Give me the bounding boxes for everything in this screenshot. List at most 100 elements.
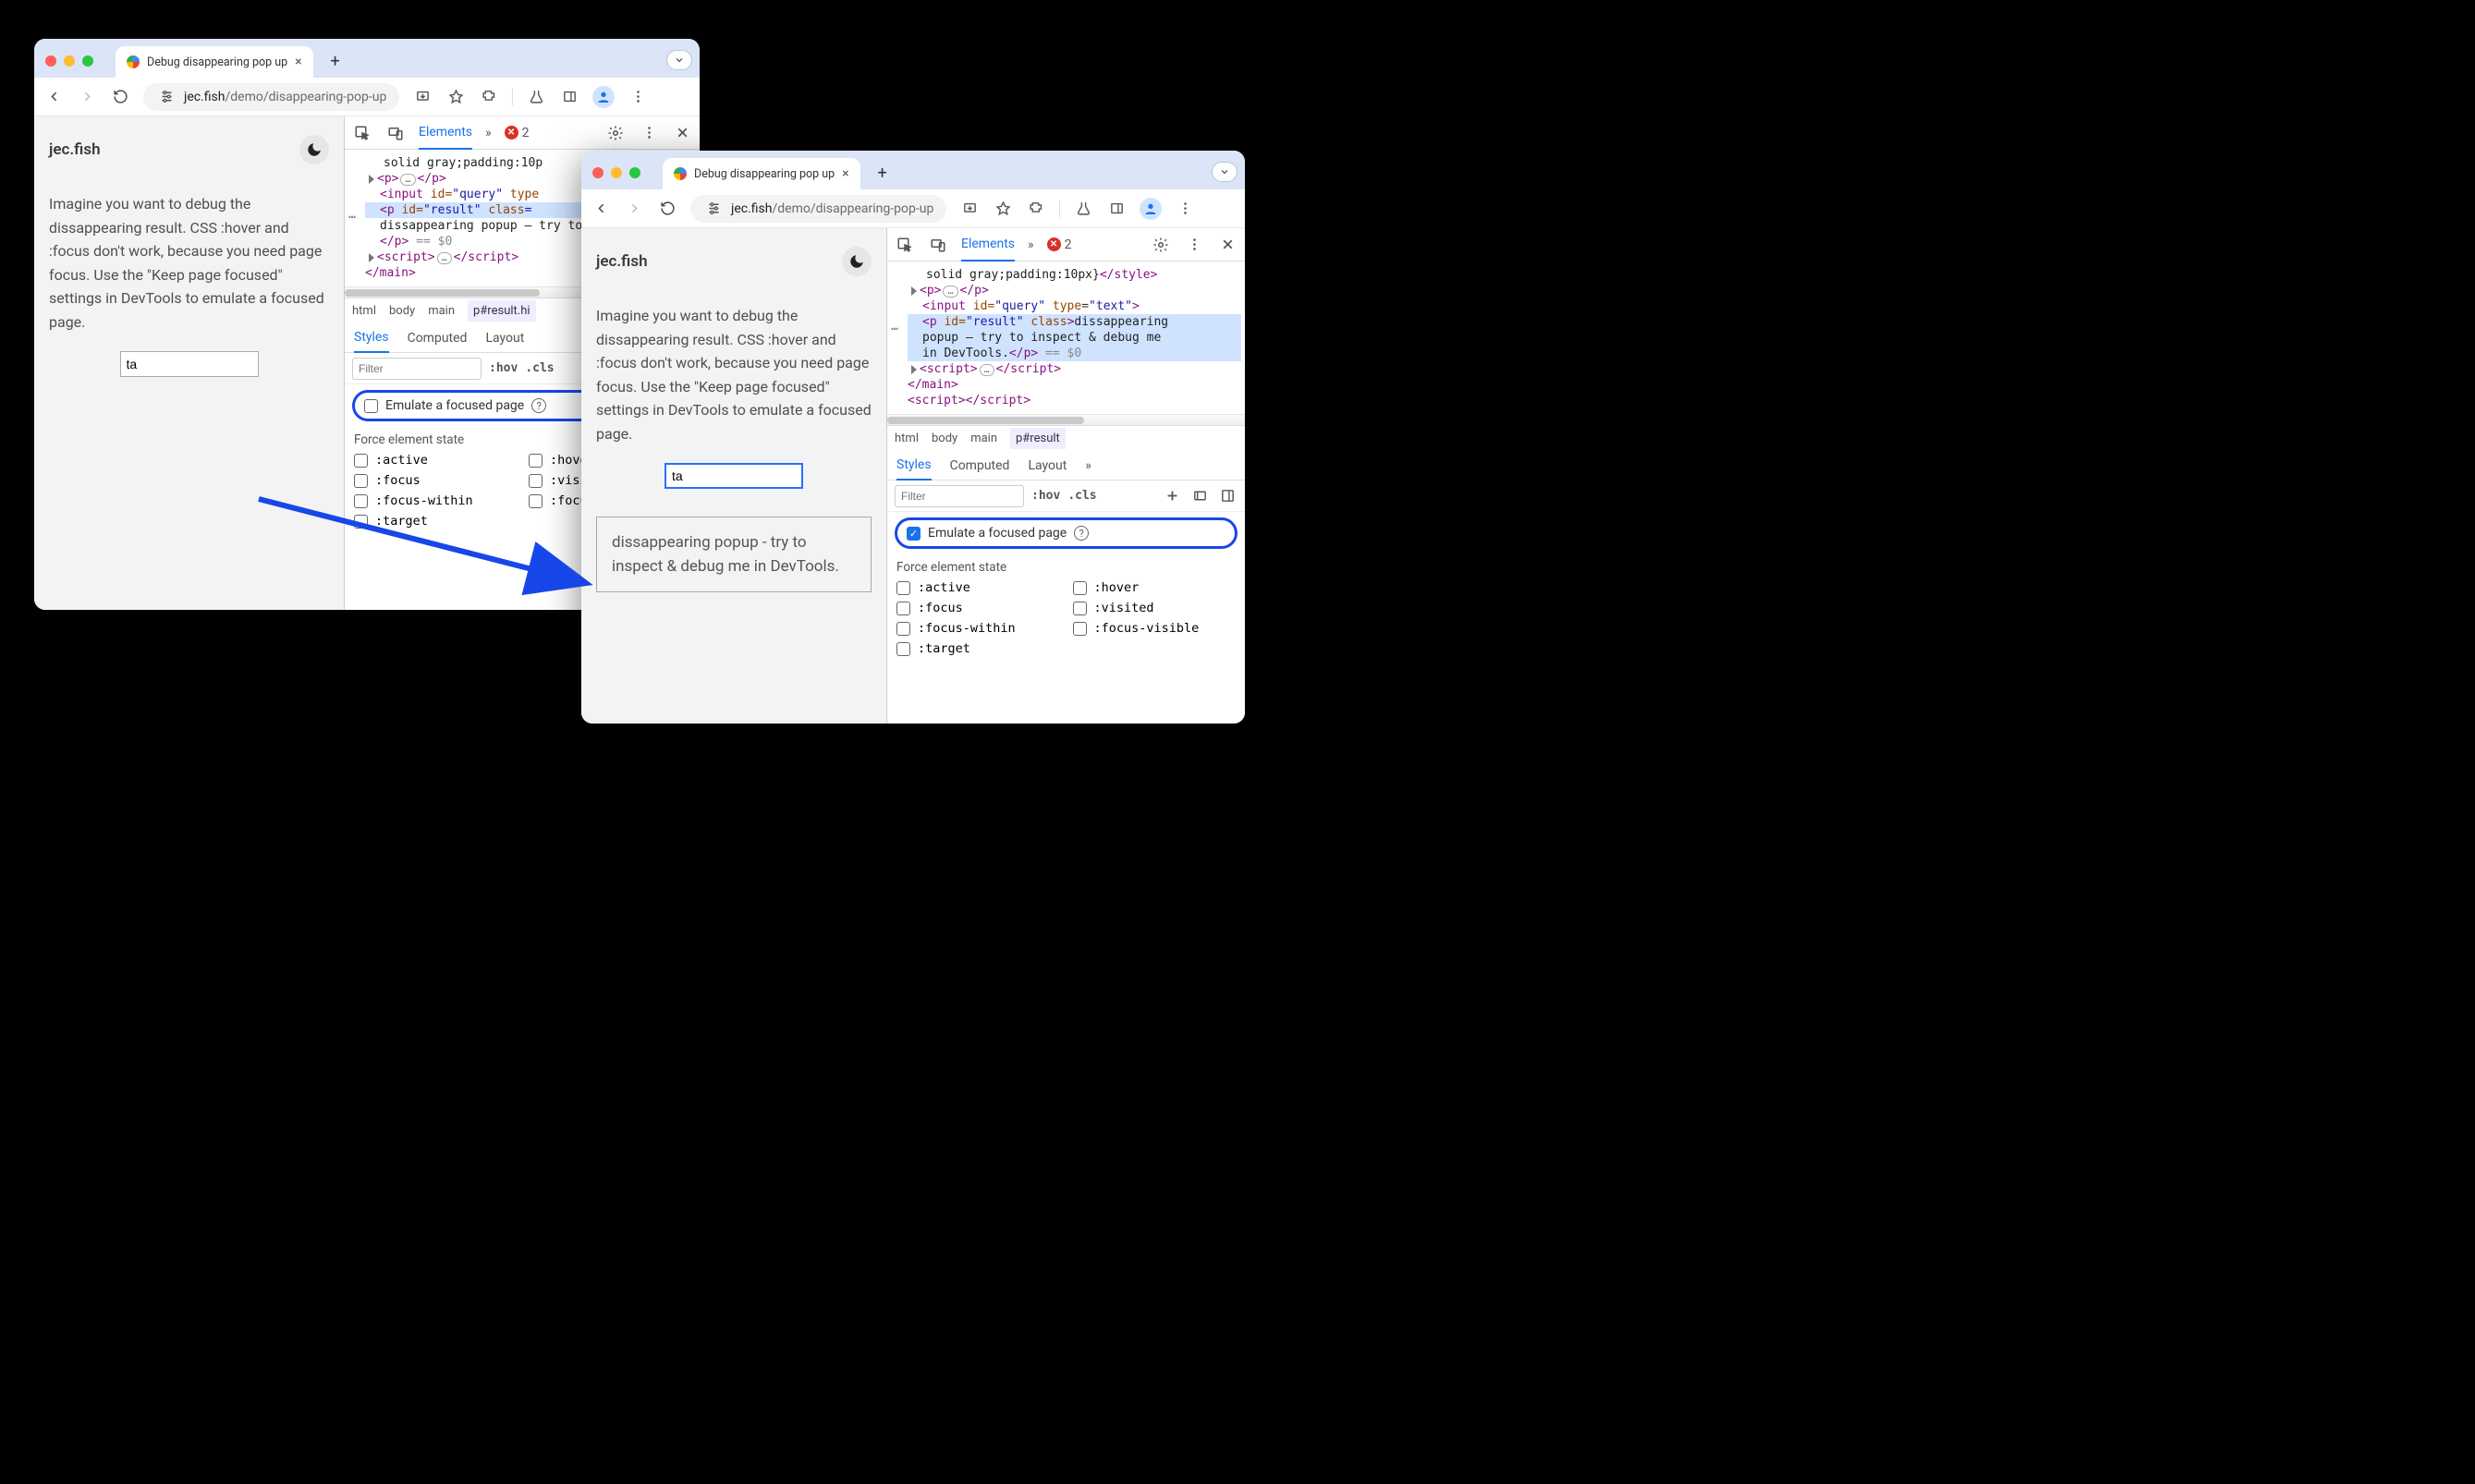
cls-toggle[interactable]: .cls: [1067, 489, 1096, 503]
styles-tab[interactable]: Styles: [896, 451, 932, 480]
extensions-icon[interactable]: [1026, 199, 1046, 219]
back-button[interactable]: [591, 199, 611, 219]
minimize-window-button[interactable]: [611, 167, 622, 178]
inspect-element-icon[interactable]: [895, 235, 915, 255]
state-visited-checkbox[interactable]: [529, 474, 543, 488]
help-icon[interactable]: ?: [531, 398, 546, 413]
back-button[interactable]: [43, 87, 64, 107]
state-focus-visible-checkbox[interactable]: [1073, 622, 1087, 636]
styles-filter-input[interactable]: [895, 485, 1024, 507]
state-target-checkbox[interactable]: [354, 515, 368, 529]
side-panel-icon[interactable]: [1106, 199, 1127, 219]
profile-avatar[interactable]: [1140, 198, 1162, 220]
labs-icon[interactable]: [1073, 199, 1093, 219]
devtools-settings-icon[interactable]: [1151, 235, 1171, 255]
query-input[interactable]: [664, 463, 803, 489]
dom-tree[interactable]: solid gray;padding:10px}</style> <p>…</p…: [887, 262, 1245, 414]
reload-button[interactable]: [657, 199, 677, 219]
state-target-checkbox[interactable]: [896, 642, 910, 656]
new-tab-button[interactable]: +: [323, 48, 348, 74]
new-style-rule-icon[interactable]: [1162, 486, 1182, 506]
more-subtabs-icon[interactable]: »: [1085, 458, 1091, 473]
forward-button[interactable]: [77, 87, 97, 107]
crumb-main[interactable]: main: [428, 304, 455, 318]
site-settings-icon[interactable]: [156, 87, 177, 107]
dom-h-scrollbar[interactable]: [887, 414, 1245, 425]
errors-badge[interactable]: ✕2: [1047, 237, 1072, 252]
forward-button[interactable]: [624, 199, 644, 219]
bookmark-icon[interactable]: [993, 199, 1013, 219]
cls-toggle[interactable]: .cls: [525, 361, 554, 375]
crumb-html[interactable]: html: [895, 432, 919, 445]
styles-filter-input[interactable]: [352, 358, 482, 380]
dark-mode-toggle[interactable]: [842, 247, 872, 276]
tab-overflow-button[interactable]: [1212, 162, 1238, 182]
state-focus-within-checkbox[interactable]: [896, 622, 910, 636]
errors-badge[interactable]: ✕2: [505, 126, 530, 140]
close-tab-icon[interactable]: ×: [295, 55, 301, 69]
hov-toggle[interactable]: :hov: [489, 361, 518, 375]
tab-overflow-button[interactable]: [666, 50, 692, 70]
profile-avatar[interactable]: [592, 86, 615, 108]
state-hover-checkbox[interactable]: [1073, 581, 1087, 595]
state-focus-checkbox[interactable]: [896, 602, 910, 615]
crumb-body[interactable]: body: [932, 432, 957, 445]
bookmark-icon[interactable]: [445, 87, 466, 107]
layout-tab[interactable]: Layout: [485, 331, 524, 346]
styles-tab[interactable]: Styles: [354, 323, 389, 353]
install-app-icon[interactable]: [959, 199, 980, 219]
elements-tab[interactable]: Elements: [419, 116, 472, 150]
devtools-close-icon[interactable]: [672, 123, 692, 143]
state-focus-visible-checkbox[interactable]: [529, 494, 543, 508]
state-focus-within-checkbox[interactable]: [354, 494, 368, 508]
new-tab-button[interactable]: +: [870, 160, 896, 186]
computed-panel-icon[interactable]: [1217, 486, 1238, 506]
devtools-close-icon[interactable]: [1217, 235, 1238, 255]
device-toolbar-icon[interactable]: [928, 235, 948, 255]
state-active-checkbox[interactable]: [354, 454, 368, 468]
extensions-icon[interactable]: [479, 87, 499, 107]
layout-tab[interactable]: Layout: [1028, 458, 1067, 473]
dark-mode-toggle[interactable]: [299, 135, 329, 164]
browser-tab[interactable]: Debug disappearing pop up ×: [116, 46, 313, 78]
close-window-button[interactable]: [45, 55, 56, 67]
browser-menu-icon[interactable]: [628, 87, 648, 107]
devtools-settings-icon[interactable]: [605, 123, 626, 143]
elements-tab[interactable]: Elements: [961, 228, 1015, 262]
query-input[interactable]: [120, 351, 259, 377]
emulate-focused-checkbox[interactable]: [364, 399, 378, 413]
device-toolbar-icon[interactable]: [385, 123, 406, 143]
maximize-window-button[interactable]: [629, 167, 640, 178]
devtools-menu-icon[interactable]: [639, 123, 659, 143]
close-window-button[interactable]: [592, 167, 604, 178]
computed-tab[interactable]: Computed: [950, 458, 1010, 473]
crumb-current[interactable]: p#result: [1010, 428, 1066, 449]
labs-icon[interactable]: [526, 87, 546, 107]
more-tabs-icon[interactable]: »: [1028, 237, 1034, 252]
reload-button[interactable]: [110, 87, 130, 107]
crumb-html[interactable]: html: [352, 304, 376, 318]
browser-menu-icon[interactable]: [1175, 199, 1195, 219]
maximize-window-button[interactable]: [82, 55, 93, 67]
side-panel-icon[interactable]: [559, 87, 579, 107]
site-settings-icon[interactable]: [703, 199, 724, 219]
help-icon[interactable]: ?: [1074, 526, 1089, 541]
devtools-menu-icon[interactable]: [1184, 235, 1204, 255]
rendering-icon[interactable]: [1189, 486, 1210, 506]
crumb-body[interactable]: body: [389, 304, 415, 318]
state-active-checkbox[interactable]: [896, 581, 910, 595]
inspect-element-icon[interactable]: [352, 123, 372, 143]
close-tab-icon[interactable]: ×: [842, 166, 848, 181]
state-focus-checkbox[interactable]: [354, 474, 368, 488]
address-bar[interactable]: jec.fish/demo/disappearing-pop-up: [143, 83, 399, 111]
browser-tab[interactable]: Debug disappearing pop up ×: [663, 158, 860, 189]
state-hover-checkbox[interactable]: [529, 454, 543, 468]
address-bar[interactable]: jec.fish/demo/disappearing-pop-up: [690, 195, 946, 223]
install-app-icon[interactable]: [412, 87, 433, 107]
crumb-current[interactable]: p#result.hi: [468, 300, 536, 322]
state-visited-checkbox[interactable]: [1073, 602, 1087, 615]
minimize-window-button[interactable]: [64, 55, 75, 67]
crumb-main[interactable]: main: [970, 432, 997, 445]
computed-tab[interactable]: Computed: [408, 331, 468, 346]
emulate-focused-checkbox[interactable]: ✓: [907, 527, 921, 541]
